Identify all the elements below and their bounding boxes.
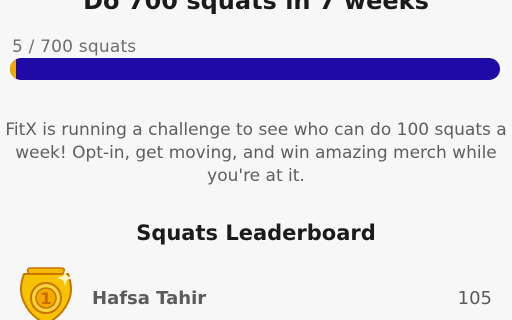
leaderboard-title: Squats Leaderboard (136, 221, 376, 245)
challenge-title: Do 700 squats in 7 weeks (83, 0, 429, 15)
challenge-screen: Do 700 squats in 7 weeks 5 / 700 squats … (0, 0, 512, 320)
leaderboard-row[interactable]: 1 Hafsa Tahir 105 (0, 262, 512, 320)
rank-number: 1 (40, 289, 51, 308)
trophy-icon: 1 (20, 267, 73, 320)
progress-bar (10, 58, 500, 80)
leaderboard-name: Hafsa Tahir (92, 288, 207, 309)
challenge-description: FitX is running a challenge to see who c… (5, 120, 507, 186)
progress-fill (10, 58, 16, 80)
leaderboard-score: 105 (457, 288, 492, 309)
progress-text: 5 / 700 squats (12, 37, 137, 57)
